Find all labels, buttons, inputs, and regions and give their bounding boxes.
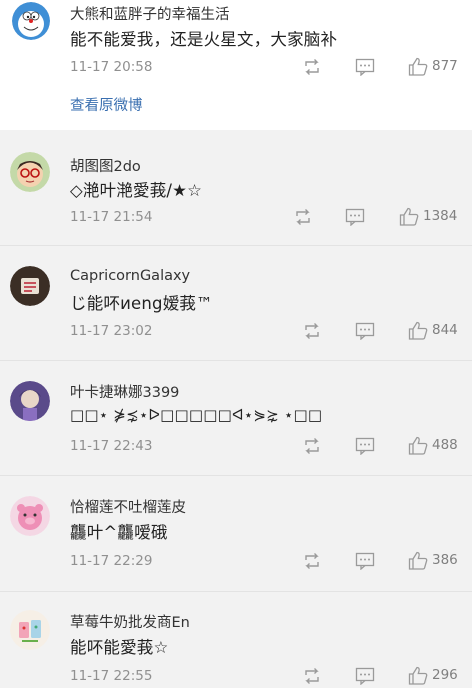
- comment-icon: [355, 667, 375, 685]
- repost-button[interactable]: [302, 321, 322, 341]
- thumbs-up-icon: [408, 436, 428, 455]
- comment-button[interactable]: [355, 551, 375, 571]
- thumbs-up-icon: [399, 207, 419, 226]
- like-count: 844: [432, 322, 458, 338]
- comment-author[interactable]: 叶卡捷琳娜3399: [70, 381, 179, 402]
- comment-time: 11-17 22:55: [70, 668, 153, 684]
- anime-character-avatar-icon: [10, 381, 50, 421]
- comment-author[interactable]: 胡图图2do: [70, 155, 141, 176]
- thumbs-up-icon: [408, 666, 428, 685]
- comment-text: 能吥能愛莪☆: [70, 638, 169, 657]
- comment-author[interactable]: 草莓牛奶批发商En: [70, 611, 190, 632]
- comment-button[interactable]: [355, 321, 375, 341]
- post-time: 11-17 20:58: [70, 59, 153, 75]
- comment-time: 11-17 21:54: [70, 209, 153, 225]
- comment-icon: [355, 437, 375, 455]
- repost-button[interactable]: [302, 666, 322, 686]
- like-button[interactable]: 877: [408, 56, 458, 76]
- like-count: 386: [432, 552, 458, 568]
- comment-button[interactable]: [355, 436, 375, 456]
- thumbs-up-icon: [408, 321, 428, 340]
- comment-icon: [355, 58, 375, 76]
- repost-icon: [305, 553, 319, 569]
- comment-button[interactable]: [345, 207, 365, 227]
- comment-icon: [345, 208, 365, 226]
- thumbs-up-icon: [408, 551, 428, 570]
- like-count: 877: [432, 58, 458, 74]
- avatar[interactable]: [12, 2, 50, 40]
- comment-item: 胡图图2do ◇滟叶滟愛莪/★☆ 11-17 21:54 1384: [0, 130, 472, 245]
- post-text: 能不能爱我，还是火星文，大家脑补: [70, 30, 338, 49]
- repost-button[interactable]: [302, 436, 322, 456]
- like-count: 488: [432, 437, 458, 453]
- comment-text: じ能吥иeng嫒莪™: [70, 294, 213, 313]
- comment-text: 龘叶^龘嗳硪: [70, 523, 168, 542]
- comment-time: 11-17 22:43: [70, 438, 153, 454]
- comment-item: 叶卡捷琳娜3399 □□⋆ ⋡⋨⋆ᐅ□□□□□ᐊ⋆⋟⋩ ⋆□□ 11-17 22…: [0, 361, 472, 475]
- comment-button[interactable]: [355, 57, 375, 77]
- repost-button[interactable]: [302, 57, 322, 77]
- like-button[interactable]: 488: [408, 435, 458, 455]
- like-button[interactable]: 296: [408, 665, 458, 685]
- comment-button[interactable]: [355, 666, 375, 686]
- avatar[interactable]: [10, 496, 50, 536]
- post-author[interactable]: 大熊和蓝胖子的幸福生活: [70, 3, 230, 24]
- thumbs-up-icon: [408, 57, 428, 76]
- comment-text: □□⋆ ⋡⋨⋆ᐅ□□□□□ᐊ⋆⋟⋩ ⋆□□: [70, 406, 323, 424]
- comment-text: ◇滟叶滟愛莪/★☆: [70, 181, 203, 200]
- strawberry-milk-avatar-icon: [10, 610, 50, 650]
- comment-time: 11-17 22:29: [70, 553, 153, 569]
- pink-pig-avatar-icon: [10, 496, 50, 536]
- like-count: 296: [432, 667, 458, 683]
- view-original-link[interactable]: 查看原微博: [70, 94, 143, 115]
- repost-icon: [296, 209, 310, 225]
- comment-icon: [355, 322, 375, 340]
- like-button[interactable]: 1384: [399, 206, 457, 226]
- comment-author[interactable]: CapricornGalaxy: [70, 268, 190, 284]
- doraemon-avatar-icon: [12, 2, 50, 40]
- avatar[interactable]: [10, 610, 50, 650]
- comment-icon: [355, 552, 375, 570]
- comment-item: 草莓牛奶批发商En 能吥能愛莪☆ 11-17 22:55 296: [0, 592, 472, 688]
- comment-item: CapricornGalaxy じ能吥иeng嫒莪™ 11-17 23:02 8…: [0, 246, 472, 360]
- repost-icon: [305, 438, 319, 454]
- like-button[interactable]: 386: [408, 550, 458, 570]
- comment-time: 11-17 23:02: [70, 323, 153, 339]
- like-button[interactable]: 844: [408, 320, 458, 340]
- repost-button[interactable]: [293, 207, 313, 227]
- repost-icon: [305, 668, 319, 684]
- repost-icon: [305, 323, 319, 339]
- box-logo-avatar-icon: [10, 266, 50, 306]
- avatar[interactable]: [10, 152, 50, 192]
- comment-item: 恰榴莲不吐榴莲皮 龘叶^龘嗳硪 11-17 22:29 386: [0, 476, 472, 591]
- cartoon-boy-avatar-icon: [10, 152, 50, 192]
- avatar[interactable]: [10, 266, 50, 306]
- repost-button[interactable]: [302, 551, 322, 571]
- like-count: 1384: [423, 208, 458, 224]
- comment-author[interactable]: 恰榴莲不吐榴莲皮: [70, 496, 186, 517]
- repost-icon: [305, 59, 319, 75]
- main-post: 大熊和蓝胖子的幸福生活 能不能爱我，还是火星文，大家脑补 11-17 20:58…: [0, 0, 472, 130]
- avatar[interactable]: [10, 381, 50, 421]
